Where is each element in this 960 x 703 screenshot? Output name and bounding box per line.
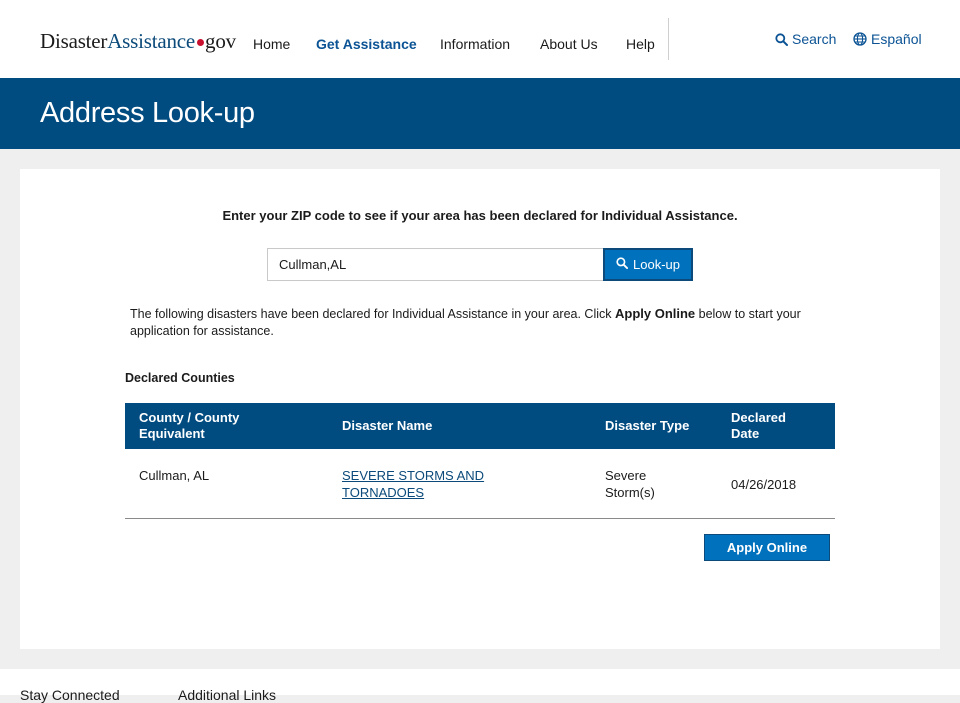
table-header: County / County Equivalent Disaster Name… xyxy=(125,403,835,449)
cell-county: Cullman, AL xyxy=(139,468,210,483)
footer-stay-connected: Stay Connected xyxy=(20,687,120,703)
site-footer: Stay Connected Additional Links xyxy=(0,669,960,703)
nav-information[interactable]: Information xyxy=(440,36,510,52)
declared-counties-heading: Declared Counties xyxy=(125,371,235,385)
intro-text-start: The following disasters have been declar… xyxy=(130,307,615,321)
search-label: Search xyxy=(792,31,837,47)
lookup-card: Enter your ZIP code to see if your area … xyxy=(20,169,940,649)
column-header-county: County / County Equivalent xyxy=(139,410,240,441)
page-banner: Address Look-up xyxy=(0,78,960,149)
nav-get-assistance[interactable]: Get Assistance xyxy=(316,36,417,52)
apply-online-button[interactable]: Apply Online xyxy=(704,534,830,561)
zip-input[interactable] xyxy=(267,248,604,281)
site-header: DisasterAssistance gov Home Get Assistanc… xyxy=(0,0,960,78)
search-link[interactable]: Search xyxy=(775,31,836,47)
column-header-disaster-name: Disaster Name xyxy=(342,418,433,433)
results-intro: The following disasters have been declar… xyxy=(130,305,840,340)
language-link[interactable]: Español xyxy=(853,31,922,47)
nav-help[interactable]: Help xyxy=(626,36,655,52)
nav-divider xyxy=(668,18,669,60)
nav-about-us[interactable]: About Us xyxy=(540,36,598,52)
logo-text-gov: gov xyxy=(205,29,236,53)
search-icon xyxy=(616,257,628,272)
nav-home[interactable]: Home xyxy=(253,36,290,52)
lookup-button[interactable]: Look-up xyxy=(603,248,693,281)
table-row: Cullman, AL SEVERE STORMS AND TORNADOES … xyxy=(125,449,835,519)
intro-apply-online: Apply Online xyxy=(614,306,696,321)
page-title: Address Look-up xyxy=(40,97,255,129)
cell-disaster-type: Severe Storm(s) xyxy=(605,468,655,500)
column-header-disaster-type: Disaster Type xyxy=(605,418,690,433)
logo-dot xyxy=(197,38,205,46)
globe-icon xyxy=(853,32,867,46)
logo-text-assistance: Assistance xyxy=(107,29,196,53)
column-header-declared-date: Declared Date xyxy=(731,410,786,441)
site-logo[interactable]: DisasterAssistance gov xyxy=(40,29,236,54)
logo-text-disaster: Disaster xyxy=(40,29,108,53)
footer-additional-links: Additional Links xyxy=(178,687,277,703)
language-label: Español xyxy=(871,31,922,47)
search-icon xyxy=(775,32,788,46)
lookup-label: Look-up xyxy=(633,257,680,272)
cell-declared-date: 04/26/2018 xyxy=(731,477,797,492)
zip-prompt: Enter your ZIP code to see if your area … xyxy=(222,208,738,223)
disaster-name-link[interactable]: SEVERE STORMS AND TORNADOES xyxy=(342,468,484,500)
cell-disaster-name: SEVERE STORMS AND TORNADOES xyxy=(342,467,517,501)
